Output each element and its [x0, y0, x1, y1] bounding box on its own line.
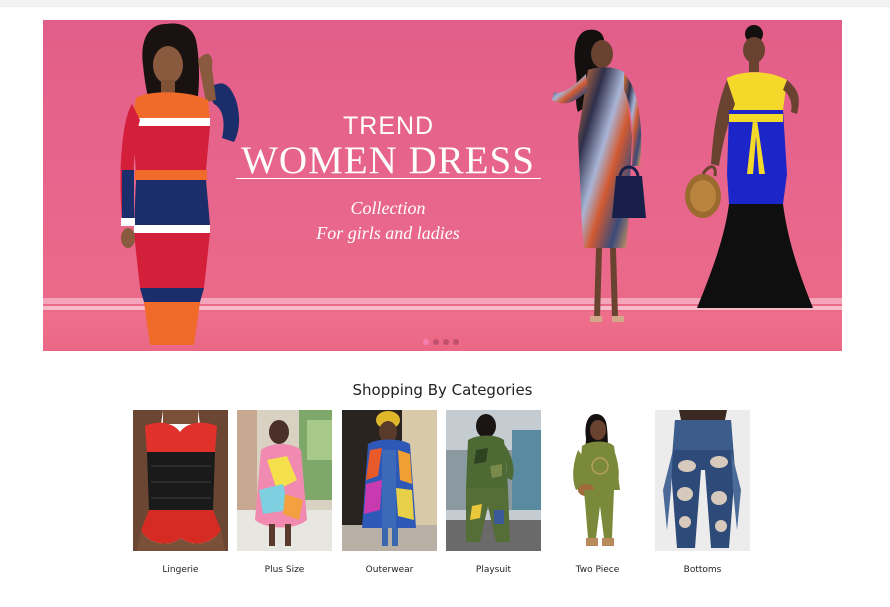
hero-banner[interactable]: TREND WOMEN DRESS Collection For girls a… [43, 20, 842, 351]
category-tile-playsuit[interactable]: Playsuit [446, 410, 541, 575]
model-printed-dress-image [552, 29, 646, 322]
category-tile-bottoms[interactable]: Bottoms [655, 410, 750, 575]
category-image-two-piece [550, 410, 645, 551]
category-label: Two Piece [575, 565, 620, 575]
category-image-playsuit [446, 410, 541, 551]
carousel-dot-1[interactable] [423, 339, 429, 345]
category-tile-outerwear[interactable]: Outerwear [342, 410, 437, 575]
banner-headline: WOMEN DRESS [241, 139, 535, 182]
top-divider [0, 0, 890, 7]
categories-heading: Shopping By Categories [352, 381, 533, 399]
category-image-outerwear [342, 410, 437, 551]
category-image-bottoms [655, 410, 750, 551]
category-tile-plus-size[interactable]: Plus Size [237, 410, 332, 575]
category-label: Lingerie [162, 565, 199, 575]
carousel-dots [423, 339, 459, 345]
category-tile-two-piece[interactable]: Two Piece [550, 410, 645, 575]
category-image-lingerie [133, 410, 228, 551]
category-label: Bottoms [683, 565, 722, 575]
category-image-plus-size [237, 410, 332, 551]
carousel-dot-2[interactable] [433, 339, 439, 345]
model-striped-dress-image [120, 23, 240, 345]
category-label: Plus Size [264, 565, 305, 575]
banner-kicker: TREND [343, 112, 435, 140]
banner-underline [236, 178, 541, 179]
model-mermaid-dress-image [685, 25, 813, 308]
banner-collection-text: Collection [350, 198, 426, 218]
carousel-dot-3[interactable] [443, 339, 449, 345]
banner-subtitle: For girls and ladies [316, 223, 460, 243]
category-tile-lingerie[interactable]: Lingerie [133, 410, 228, 575]
carousel-dot-4[interactable] [453, 339, 459, 345]
category-label: Outerwear [365, 565, 414, 575]
category-label: Playsuit [475, 565, 512, 575]
